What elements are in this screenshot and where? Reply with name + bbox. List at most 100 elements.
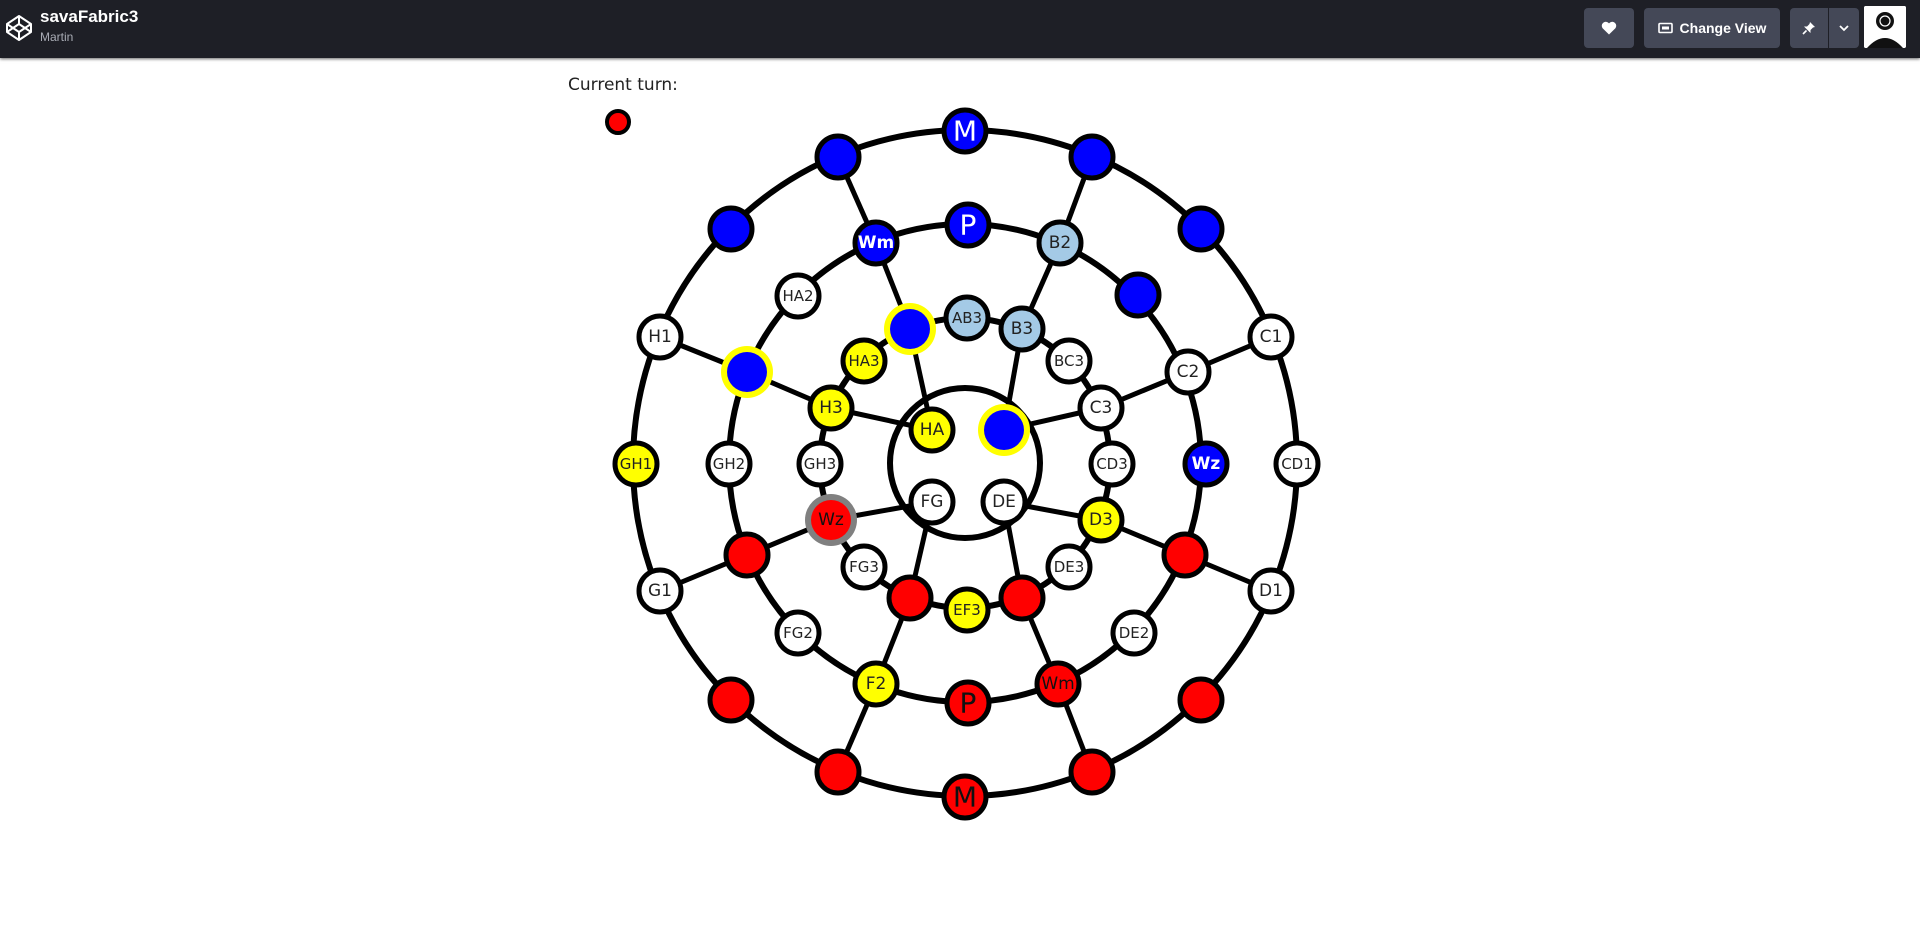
node-disc — [886, 574, 934, 622]
game-board: M H1 C1 GH1 CD1 G1 D1 M P Wm B2 HA2 C2 GH2 Wz FG2 DE2 F2 W… — [612, 107, 1321, 821]
board-node-d3[interactable]: D3 — [1077, 496, 1125, 544]
node-label: F2 — [866, 674, 887, 694]
node-disc — [707, 205, 755, 253]
board-node-i-ll[interactable] — [886, 574, 934, 622]
board-node-h1[interactable]: H1 — [636, 313, 684, 361]
node-label: M — [953, 115, 977, 148]
node-disc — [1114, 271, 1162, 319]
node-label: GH2 — [713, 455, 745, 473]
board-node-cd3[interactable]: CD3 — [1088, 440, 1136, 488]
board-node-o-bot-l[interactable] — [814, 748, 862, 796]
board-node-c2[interactable]: C2 — [1164, 348, 1212, 396]
board-node-o-lr[interactable] — [1177, 676, 1225, 724]
board-node-b3[interactable]: B3 — [998, 305, 1046, 353]
board-node-ha3[interactable]: HA3 — [840, 337, 888, 385]
board-node-fg3[interactable]: FG3 — [840, 543, 888, 591]
board-node-c3[interactable]: C3 — [1077, 384, 1125, 432]
board-node-o-ll[interactable] — [707, 676, 755, 724]
node-label: H1 — [648, 327, 672, 347]
board-node-gh3[interactable]: GH3 — [796, 440, 844, 488]
board-node-gh2[interactable]: GH2 — [705, 440, 753, 488]
board-node-wm-top[interactable]: Wm — [852, 219, 900, 267]
node-label: DE — [992, 492, 1016, 512]
board-nodes: M H1 C1 GH1 CD1 G1 D1 M P Wm B2 HA2 C2 GH2 Wz FG2 DE2 F2 W… — [612, 107, 1321, 821]
node-label: C3 — [1090, 398, 1113, 418]
node-label: EF3 — [953, 601, 981, 619]
node-label: P — [960, 687, 977, 720]
node-label: Wm — [1041, 674, 1074, 694]
node-label: C2 — [1177, 362, 1200, 382]
node-label: FG — [921, 492, 944, 512]
node-disc — [1068, 133, 1116, 181]
node-label: FG2 — [783, 624, 813, 642]
board-node-m-lr[interactable] — [1161, 531, 1209, 579]
board-node-de2[interactable]: DE2 — [1110, 609, 1158, 657]
node-label: FG3 — [849, 558, 879, 576]
node-label: HA — [920, 420, 945, 440]
node-disc — [707, 676, 755, 724]
board-node-ha2[interactable]: HA2 — [774, 272, 822, 320]
node-disc — [1177, 676, 1225, 724]
board-node-o-top-l[interactable] — [814, 133, 862, 181]
node-disc — [1161, 531, 1209, 579]
node-label: Wm — [858, 233, 894, 253]
node-label: P — [960, 209, 977, 242]
node-disc — [1177, 205, 1225, 253]
board-node-o-ur[interactable] — [1177, 205, 1225, 253]
node-label: GH3 — [804, 455, 836, 473]
board-node-ab3[interactable]: AB3 — [943, 294, 991, 342]
node-disc — [1068, 748, 1116, 796]
board-node-i-ul[interactable] — [884, 303, 936, 355]
board-node-c1[interactable]: C1 — [1247, 313, 1295, 361]
node-label: GH1 — [620, 455, 652, 473]
board-node-m-ur[interactable] — [1114, 271, 1162, 319]
board-node-bc3[interactable]: BC3 — [1045, 337, 1093, 385]
board-node-c-blue[interactable] — [978, 404, 1030, 456]
board-node-wz-red[interactable]: Wz — [805, 494, 857, 546]
board-node-m-ll[interactable] — [723, 531, 771, 579]
node-label: HA2 — [782, 287, 813, 305]
node-disc — [984, 410, 1024, 450]
board-node-f2[interactable]: F2 — [852, 660, 900, 708]
node-label: D3 — [1089, 510, 1113, 530]
node-label: DE2 — [1119, 624, 1150, 642]
board-node-wm-bot[interactable]: Wm — [1034, 660, 1082, 708]
board-node-wz-blue[interactable]: Wz — [1182, 440, 1230, 488]
board-node-ef3[interactable]: EF3 — [943, 586, 991, 634]
board-node-de[interactable]: DE — [980, 478, 1028, 526]
board-node-de3[interactable]: DE3 — [1045, 543, 1093, 591]
board-node-fg[interactable]: FG — [908, 478, 956, 526]
board-node-i-lr[interactable] — [998, 574, 1046, 622]
board-node-cd1[interactable]: CD1 — [1273, 440, 1321, 488]
board-node-o-ul[interactable] — [707, 205, 755, 253]
node-label: M — [953, 781, 977, 814]
node-label: D1 — [1259, 581, 1283, 601]
board-node-p-bot[interactable]: P — [944, 679, 992, 727]
node-label: Wz — [1192, 454, 1221, 474]
board-node-p-top[interactable]: P — [944, 201, 992, 249]
board-node-ha[interactable]: HA — [908, 406, 956, 454]
node-disc — [814, 748, 862, 796]
node-disc — [727, 352, 767, 392]
node-label: C1 — [1260, 327, 1283, 347]
node-disc — [998, 574, 1046, 622]
board-node-m-ul[interactable] — [721, 346, 773, 398]
node-label: HA3 — [848, 352, 879, 370]
board-node-gh1[interactable]: GH1 — [612, 440, 660, 488]
board-node-b2[interactable]: B2 — [1036, 219, 1084, 267]
board-node-fg2[interactable]: FG2 — [774, 609, 822, 657]
node-label: G1 — [648, 581, 672, 601]
board-node-h3[interactable]: H3 — [807, 384, 855, 432]
board-node-m-top[interactable]: M — [941, 107, 989, 155]
node-label: CD1 — [1281, 455, 1313, 473]
node-label: B2 — [1049, 233, 1071, 253]
board-node-m-bot[interactable]: M — [941, 773, 989, 821]
node-label: AB3 — [952, 309, 982, 327]
board-node-g1[interactable]: G1 — [636, 567, 684, 615]
board-node-d1[interactable]: D1 — [1247, 567, 1295, 615]
node-label: DE3 — [1054, 558, 1085, 576]
node-label: CD3 — [1096, 455, 1128, 473]
board-node-o-top-r[interactable] — [1068, 133, 1116, 181]
node-label: BC3 — [1054, 352, 1084, 370]
board-node-o-bot-r[interactable] — [1068, 748, 1116, 796]
